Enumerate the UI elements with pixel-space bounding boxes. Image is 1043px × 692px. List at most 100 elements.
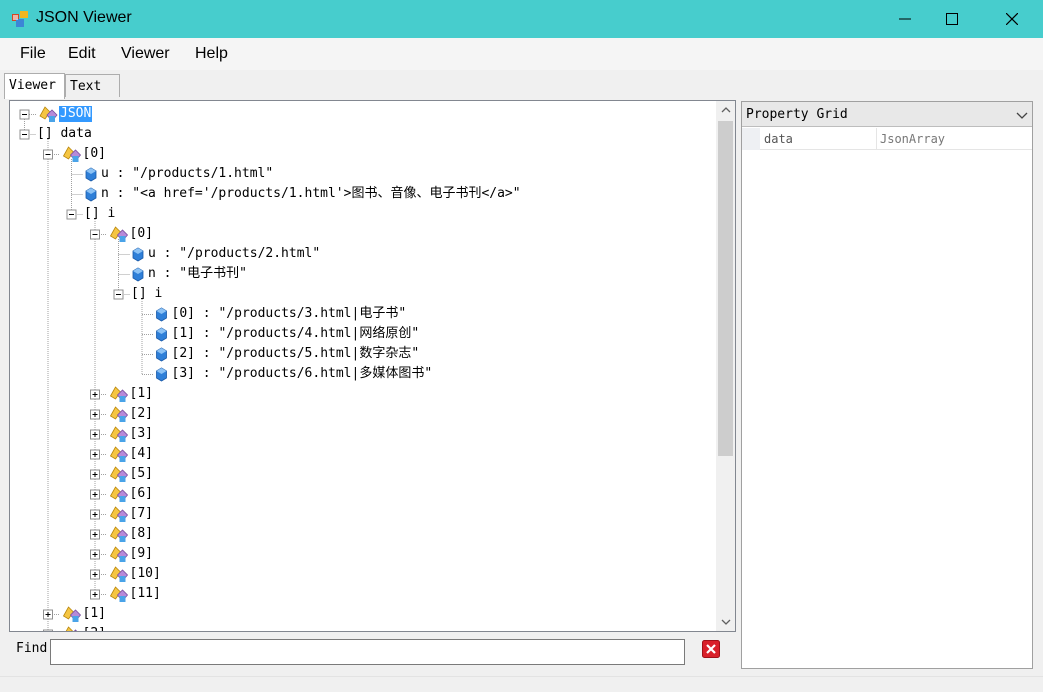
menu-bar: File Edit Viewer Help <box>0 38 1043 70</box>
find-label: Find <box>16 641 48 656</box>
value-node-icon <box>156 327 167 342</box>
property-divider <box>876 128 877 150</box>
tree-node-label[interactable]: [] i <box>84 206 115 222</box>
object-node-icon <box>65 626 78 631</box>
object-node-icon <box>109 386 129 402</box>
tree-node-label[interactable]: [8] <box>130 526 153 542</box>
tree-node-label[interactable]: [1] : "/products/4.html|网络原创" <box>172 326 420 342</box>
menu-help[interactable]: Help <box>195 45 228 63</box>
object-node-icon <box>109 446 129 462</box>
scroll-down-button[interactable] <box>716 613 735 631</box>
chevron-up-icon <box>721 107 730 113</box>
menu-viewer[interactable]: Viewer <box>121 45 170 63</box>
tree-node-label[interactable]: n : "电子书刊" <box>148 266 247 282</box>
tab-text-label: Text <box>70 79 102 94</box>
tab-text[interactable]: Text <box>65 74 120 97</box>
expand-toggle-icon[interactable] <box>90 469 100 480</box>
tree-node-label[interactable]: u : "/products/1.html" <box>101 166 273 182</box>
expand-toggle-icon[interactable] <box>90 549 100 560</box>
scroll-thumb[interactable] <box>718 121 733 456</box>
expand-toggle-icon[interactable] <box>90 449 100 460</box>
tree-node-label[interactable]: [0] : "/products/3.html|电子书" <box>172 306 407 322</box>
tree-node-label[interactable]: n : "<a href='/products/1.html'>图书、音像、电子… <box>101 186 521 202</box>
expand-toggle-icon[interactable] <box>90 489 100 500</box>
expand-toggle-icon[interactable] <box>90 389 100 400</box>
collapse-toggle-icon[interactable] <box>19 129 30 140</box>
value-node-icon <box>85 187 97 202</box>
expand-toggle-icon[interactable] <box>90 509 100 520</box>
close-button[interactable] <box>989 0 1035 38</box>
object-node-icon <box>62 606 82 622</box>
expand-toggle-icon[interactable] <box>43 629 53 632</box>
expand-toggle-icon[interactable] <box>90 569 100 580</box>
tree-node-label[interactable]: [7] <box>130 506 153 522</box>
value-node-icon <box>156 367 167 382</box>
collapse-toggle-icon[interactable] <box>19 109 30 120</box>
menu-file[interactable]: File <box>20 45 46 63</box>
tree-node-label[interactable]: [2] <box>130 406 153 422</box>
tab-viewer-label: Viewer <box>9 78 56 93</box>
value-node-icon <box>85 167 97 182</box>
maximize-button[interactable] <box>929 0 975 38</box>
collapse-toggle-icon[interactable] <box>66 209 77 220</box>
object-node-icon <box>109 406 129 422</box>
property-grid-title: Property Grid <box>746 107 848 122</box>
property-value: JsonArray <box>880 132 946 146</box>
tree-node-label[interactable]: [3] <box>130 426 153 442</box>
minimize-icon <box>899 18 911 20</box>
object-node-icon <box>109 466 129 482</box>
expand-toggle-icon[interactable] <box>90 409 100 420</box>
object-node-icon <box>39 106 58 122</box>
expand-toggle-icon[interactable] <box>90 529 100 540</box>
tree-node-label[interactable]: [] data <box>37 126 92 142</box>
maximize-icon <box>946 13 958 25</box>
title-bar: JSON Viewer <box>0 0 1043 38</box>
tree-node-label[interactable]: [3] : "/products/6.html|多媒体图书" <box>172 366 433 382</box>
tree-node-label[interactable]: [2] <box>83 626 106 631</box>
value-node-icon <box>132 267 144 282</box>
clear-search-button[interactable] <box>702 640 720 658</box>
tree-node-label[interactable]: [5] <box>130 466 153 482</box>
expand-toggle-icon[interactable] <box>90 429 100 440</box>
chevron-down-icon <box>721 619 730 625</box>
property-row[interactable]: data JsonArray <box>742 128 1032 150</box>
property-name: data <box>764 132 793 146</box>
minimize-button[interactable] <box>882 0 928 38</box>
object-node-icon <box>109 526 129 542</box>
menu-edit[interactable]: Edit <box>68 45 96 63</box>
value-node-icon <box>156 307 167 322</box>
tree-node-root[interactable]: JSON <box>59 106 93 122</box>
window-title: JSON Viewer <box>36 9 132 26</box>
find-input[interactable] <box>50 639 685 665</box>
property-grid-header[interactable]: Property Grid <box>742 102 1032 127</box>
expand-toggle-icon[interactable] <box>90 589 100 600</box>
tree-node-label[interactable]: [4] <box>130 446 153 462</box>
tree-node-label[interactable]: [0] <box>130 226 153 242</box>
expand-toggle-icon[interactable] <box>43 609 53 620</box>
tree-node-label[interactable]: [0] <box>83 146 106 162</box>
tree-node-label[interactable]: [2] : "/products/5.html|数字杂志" <box>172 346 420 362</box>
chevron-down-icon[interactable] <box>1016 109 1028 121</box>
vertical-scrollbar[interactable] <box>716 101 735 631</box>
tree-node-label[interactable]: [6] <box>130 486 153 502</box>
object-node-icon <box>109 586 129 602</box>
tree-node-label[interactable]: [1] <box>130 386 153 402</box>
scroll-up-button[interactable] <box>716 101 735 119</box>
object-node-icon <box>109 486 129 502</box>
tree-node-label[interactable]: [] i <box>131 286 162 302</box>
collapse-toggle-icon[interactable] <box>43 149 53 160</box>
object-node-icon <box>109 426 129 442</box>
tab-viewer[interactable]: Viewer <box>4 73 65 99</box>
object-node-icon <box>109 566 129 582</box>
tree-node-label[interactable]: [10] <box>130 566 161 582</box>
tree-node-label[interactable]: [11] <box>130 586 161 602</box>
json-tree-view[interactable]: JSON [] data [0] u : "/products/1.html" n : … <box>9 100 736 632</box>
tree-node-label[interactable]: [9] <box>130 546 153 562</box>
close-icon <box>1006 13 1018 25</box>
property-grid[interactable]: Property Grid data JsonArray <box>741 101 1033 669</box>
collapse-toggle-icon[interactable] <box>113 289 124 300</box>
tree-node-label[interactable]: [1] <box>83 606 106 622</box>
app-icon <box>12 11 28 27</box>
tree-node-label[interactable]: u : "/products/2.html" <box>148 246 320 262</box>
collapse-toggle-icon[interactable] <box>90 229 100 240</box>
